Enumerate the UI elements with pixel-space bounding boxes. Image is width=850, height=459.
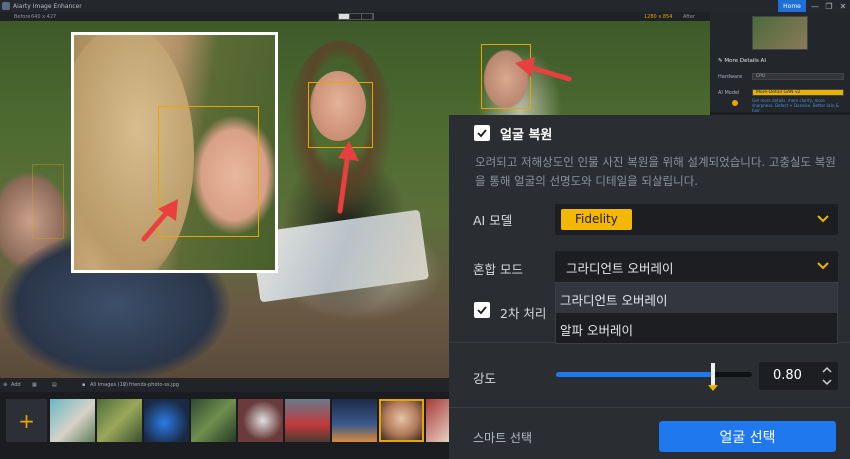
model-note: Get more details, more clarity, more sha… xyxy=(752,98,839,113)
blend-mode-value: 그라디언트 오버레이 xyxy=(566,261,674,276)
stepper-icon[interactable] xyxy=(822,365,832,387)
strength-slider-fill xyxy=(556,372,713,377)
face-select-button[interactable]: 얼굴 선택 xyxy=(659,421,836,452)
model-label: AI Model xyxy=(718,90,740,96)
film-thumb[interactable] xyxy=(97,399,142,442)
film-thumb[interactable] xyxy=(285,399,330,442)
title-bar: Aiarty Image Enhancer Home — ❐ ✕ xyxy=(0,0,850,12)
film-thumb[interactable] xyxy=(238,399,283,442)
film-thumb[interactable] xyxy=(332,399,377,442)
smart-select-label: 스마트 선택 xyxy=(473,431,533,445)
arrow-center-icon xyxy=(337,141,359,214)
help-icon[interactable] xyxy=(732,100,738,106)
face-box-left[interactable] xyxy=(32,164,64,239)
grid-view-icon[interactable]: ▦ xyxy=(32,382,37,388)
check-icon xyxy=(477,129,487,138)
before-size: 640 x 427 xyxy=(31,14,57,20)
minimize-icon[interactable]: — xyxy=(808,0,822,12)
breadcrumb-root[interactable]: All Images (10) xyxy=(90,382,128,388)
divider xyxy=(449,407,850,408)
film-thumb[interactable] xyxy=(50,399,95,442)
face-restore-description: 오려되고 저해상도인 인물 사진 복원을 위해 설계되었습니다. 고충실도 복원… xyxy=(475,155,836,188)
chevron-down-icon xyxy=(817,262,829,270)
strength-value: 0.80 xyxy=(773,368,802,383)
home-button[interactable]: Home xyxy=(778,0,806,12)
film-thumb[interactable] xyxy=(144,399,189,442)
restore-icon[interactable]: ❐ xyxy=(822,0,836,12)
section-title: More Details AI xyxy=(724,58,766,64)
film-thumb[interactable] xyxy=(426,399,449,442)
close-icon[interactable]: ✕ xyxy=(836,0,850,12)
after-label: After xyxy=(683,14,696,20)
strength-slider-handle[interactable] xyxy=(708,363,718,391)
model-select[interactable]: More-Detail GAN v2 xyxy=(752,89,844,96)
arrow-right-icon xyxy=(515,57,572,82)
face-restore-title: 얼굴 복원 xyxy=(500,128,553,143)
blend-mode-label: 혼합 모드 xyxy=(473,262,523,277)
after-size: 1280 x 854 xyxy=(644,14,673,20)
before-label: Before xyxy=(14,14,31,20)
list-view-icon[interactable]: ▤ xyxy=(52,382,57,388)
second-pass-label: 2차 처리 xyxy=(500,306,547,321)
ai-model-label: AI 모델 xyxy=(473,213,513,228)
blend-option-alpha[interactable]: 알파 오버레이 xyxy=(556,313,837,343)
chevron-down-icon xyxy=(817,215,829,223)
ai-side-panel: ✎ More Details AI Hardware CPU AI Model … xyxy=(710,12,850,113)
film-thumb-selected[interactable] xyxy=(379,399,424,442)
app-logo-icon xyxy=(2,2,10,10)
section-title-row: ✎ More Details AI xyxy=(718,58,766,64)
strength-label: 강도 xyxy=(473,371,497,386)
add-link[interactable]: Add xyxy=(11,382,21,388)
zoom-inset xyxy=(71,32,278,273)
face-restore-checkbox[interactable] xyxy=(474,125,490,141)
film-thumb[interactable] xyxy=(191,399,236,442)
add-icon[interactable]: ⊕ xyxy=(3,382,7,388)
check-icon xyxy=(477,306,487,315)
folder-icon: ▪ xyxy=(82,382,86,388)
strength-number-input[interactable]: 0.80 xyxy=(759,362,838,390)
blend-mode-menu: 그라디언트 오버레이 알파 오버레이 xyxy=(555,282,838,344)
compare-view-toggle[interactable] xyxy=(338,13,374,20)
hardware-select[interactable]: CPU xyxy=(752,73,844,80)
blend-option-gradient[interactable]: 그라디언트 오버레이 xyxy=(556,283,837,313)
blend-mode-dropdown[interactable]: 그라디언트 오버레이 xyxy=(555,251,838,282)
ai-model-value: Fidelity xyxy=(561,209,632,230)
add-image-button[interactable]: + xyxy=(6,399,47,442)
breadcrumb-separator: / xyxy=(124,382,126,388)
app-title: Aiarty Image Enhancer xyxy=(13,2,82,10)
compare-info-bar: Before 640 x 427 1280 x 854 After xyxy=(0,12,710,21)
navigator-thumbnail[interactable] xyxy=(752,16,808,50)
hardware-label: Hardware xyxy=(718,74,743,80)
arrow-inset-icon xyxy=(141,199,178,242)
second-pass-checkbox[interactable] xyxy=(474,302,490,318)
strength-slider-track[interactable] xyxy=(556,372,752,377)
breadcrumb-file: friends-photo-ss.jpg xyxy=(129,382,179,388)
ai-model-dropdown[interactable]: Fidelity xyxy=(555,204,838,235)
